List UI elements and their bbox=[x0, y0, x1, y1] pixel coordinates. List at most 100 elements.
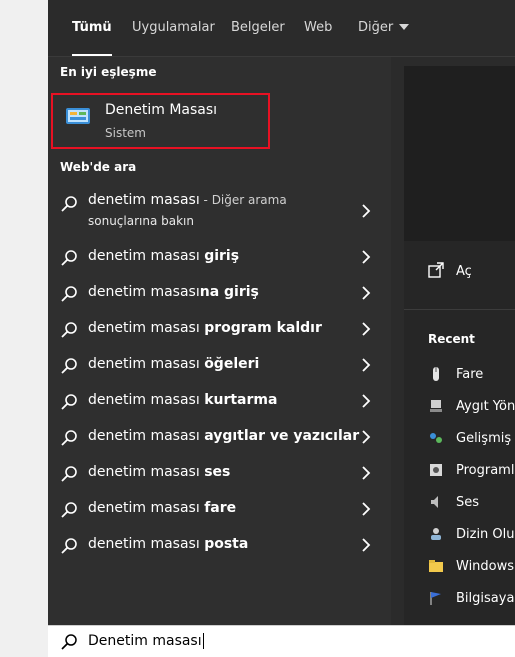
web-suggestion-item[interactable]: denetim masası öğeleri bbox=[48, 347, 391, 383]
web-suggestion-item[interactable]: denetim masası giriş bbox=[48, 239, 391, 275]
web-suggestion-text: denetim masası fare bbox=[88, 500, 236, 516]
recent-item-label: Bilgisayar bbox=[456, 591, 515, 606]
search-icon bbox=[61, 502, 77, 518]
suggestion-base: denetim masası bbox=[88, 428, 205, 444]
best-match-title: Denetim Masası bbox=[105, 102, 218, 118]
recent-item-label: Programla bbox=[456, 463, 515, 478]
recent-item[interactable]: Fare bbox=[404, 361, 515, 391]
search-icon bbox=[61, 394, 77, 410]
details-pane: Aç Recent Fare Aygıt Yöne Gelişmiş p Progra… bbox=[404, 66, 515, 625]
recent-item[interactable]: Bilgisayar bbox=[404, 585, 515, 615]
recent-item[interactable]: Ses bbox=[404, 489, 515, 519]
chevron-right-icon bbox=[362, 502, 371, 516]
recent-item[interactable]: Windows Y bbox=[404, 553, 515, 583]
text-cursor bbox=[202, 633, 204, 649]
chevron-right-icon bbox=[362, 286, 371, 300]
suggestion-base: denetim masası bbox=[88, 248, 205, 264]
suggestion-completion: öğeleri bbox=[204, 356, 260, 372]
chevron-right-icon bbox=[362, 358, 371, 372]
web-suggestion-item[interactable]: denetim masası aygıtlar ve yazıcılar bbox=[48, 419, 391, 455]
suggestion-base: denetim masası bbox=[88, 284, 200, 300]
search-panel: Tümü Uygulamalar Belgeler Web Diğer En i… bbox=[48, 0, 515, 625]
best-match-heading: En iyi eşleşme bbox=[60, 65, 157, 79]
chevron-right-icon bbox=[362, 322, 371, 336]
web-result-query: denetim masası bbox=[88, 192, 200, 208]
search-icon bbox=[61, 634, 77, 650]
device-manager-icon bbox=[430, 400, 442, 412]
search-icon bbox=[61, 358, 77, 374]
recent-item[interactable]: Programla bbox=[404, 457, 515, 487]
chevron-right-icon bbox=[362, 466, 371, 480]
suggestion-completion: giriş bbox=[204, 248, 240, 264]
recent-item-label: Aygıt Yöne bbox=[456, 399, 515, 414]
open-action[interactable]: Aç bbox=[404, 246, 515, 306]
filter-tabs: Tümü Uygulamalar Belgeler Web Diğer bbox=[48, 0, 515, 57]
open-label: Aç bbox=[456, 264, 472, 279]
open-icon bbox=[428, 262, 444, 278]
speaker-icon bbox=[431, 496, 438, 508]
web-result-more-line2: sonuçlarına bakın bbox=[88, 214, 194, 228]
web-suggestion-item[interactable]: denetim masası program kaldır bbox=[48, 311, 391, 347]
tab-web[interactable]: Web bbox=[304, 0, 332, 56]
tab-more-label: Diğer bbox=[358, 20, 394, 35]
chevron-right-icon bbox=[362, 538, 371, 552]
web-suggestion-item[interactable]: denetim masası posta bbox=[48, 527, 391, 563]
suggestion-completion: ses bbox=[204, 464, 231, 480]
tab-documents[interactable]: Belgeler bbox=[231, 0, 285, 56]
web-suggestion-text: denetim masası aygıtlar ve yazıcılar bbox=[88, 428, 359, 444]
folder-icon bbox=[429, 560, 443, 572]
advanced-settings-icon bbox=[430, 433, 442, 443]
suggestion-completion: na giriş bbox=[199, 284, 259, 300]
web-result-suffix: - Diğer arama bbox=[199, 193, 287, 207]
suggestion-base: denetim masası bbox=[88, 500, 205, 516]
search-icon bbox=[61, 430, 77, 446]
tab-more[interactable]: Diğer bbox=[358, 0, 410, 56]
chevron-right-icon bbox=[362, 250, 371, 264]
web-suggestion-text: denetim masası ses bbox=[88, 464, 230, 480]
mouse-icon bbox=[433, 367, 439, 381]
search-icon bbox=[61, 466, 77, 482]
user-accounts-icon bbox=[431, 528, 441, 540]
chevron-down-icon bbox=[399, 23, 410, 30]
recent-heading: Recent bbox=[428, 332, 475, 346]
web-result-more-line1: denetim masası - Diğer arama bbox=[88, 192, 287, 208]
recent-item-label: Windows Y bbox=[456, 559, 515, 574]
suggestion-completion: program kaldır bbox=[204, 320, 322, 336]
tab-apps[interactable]: Uygulamalar bbox=[132, 0, 215, 56]
tab-all[interactable]: Tümü bbox=[72, 0, 112, 56]
recent-item-label: Dizin Oluş bbox=[456, 527, 515, 542]
search-input[interactable]: Denetim masası bbox=[88, 633, 204, 649]
preview-area bbox=[404, 66, 515, 241]
divider bbox=[404, 309, 515, 310]
suggestion-base: denetim masası bbox=[88, 536, 205, 552]
best-match-subtitle: Sistem bbox=[105, 126, 146, 140]
search-box[interactable]: Denetim masası bbox=[48, 625, 515, 657]
web-suggestion-item[interactable]: denetim masasına giriş bbox=[48, 275, 391, 311]
search-icon bbox=[61, 538, 77, 554]
web-suggestion-item[interactable]: denetim masası kurtarma bbox=[48, 383, 391, 419]
suggestion-base: denetim masası bbox=[88, 392, 205, 408]
recent-item[interactable]: Gelişmiş p bbox=[404, 425, 515, 455]
recent-item[interactable]: Dizin Oluş bbox=[404, 521, 515, 551]
best-match-item[interactable]: Denetim Masası Sistem bbox=[51, 93, 270, 149]
recent-item[interactable]: Aygıt Yöne bbox=[404, 393, 515, 423]
search-icon bbox=[61, 322, 77, 338]
suggestion-completion: aygıtlar ve yazıcılar bbox=[204, 428, 360, 444]
web-suggestion-item[interactable]: denetim masası fare bbox=[48, 491, 391, 527]
web-suggestion-text: denetim masası giriş bbox=[88, 248, 239, 264]
web-suggestion-item[interactable]: denetim masası ses bbox=[48, 455, 391, 491]
flag-icon bbox=[430, 592, 441, 605]
web-suggestion-text: denetim masası posta bbox=[88, 536, 248, 552]
chevron-right-icon bbox=[362, 430, 371, 444]
recent-item-label: Ses bbox=[456, 495, 480, 510]
web-suggestion-text: denetim masası program kaldır bbox=[88, 320, 322, 336]
suggestion-base: denetim masası bbox=[88, 464, 205, 480]
suggestion-completion: kurtarma bbox=[204, 392, 278, 408]
web-search-heading: Web'de ara bbox=[60, 160, 137, 174]
suggestion-base: denetim masası bbox=[88, 320, 205, 336]
suggestion-completion: fare bbox=[204, 500, 237, 516]
search-input-value: Denetim masası bbox=[88, 633, 202, 649]
web-result-more[interactable]: denetim masası - Diğer arama sonuçlarına… bbox=[48, 190, 391, 236]
search-icon bbox=[61, 250, 77, 266]
search-icon bbox=[61, 286, 77, 302]
